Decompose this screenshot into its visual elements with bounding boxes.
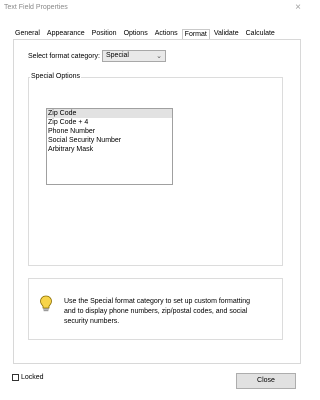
list-item-zip-code-plus-4[interactable]: Zip Code + 4 (47, 118, 172, 127)
close-button[interactable]: Close (236, 373, 296, 389)
tab-options[interactable]: Options (121, 28, 151, 39)
format-category-value: Special (106, 52, 129, 59)
lightbulb-icon (40, 295, 52, 312)
tab-appearance[interactable]: Appearance (44, 28, 88, 39)
close-icon[interactable]: × (292, 2, 304, 14)
tab-actions[interactable]: Actions (152, 28, 181, 39)
info-text: Use the Special format category to set u… (64, 297, 274, 327)
chevron-down-icon: ⌄ (156, 53, 162, 60)
format-category-label: Select format category: (28, 53, 100, 60)
info-line-3: security numbers. (64, 318, 120, 325)
tab-position[interactable]: Position (89, 28, 120, 39)
tab-calculate[interactable]: Calculate (243, 28, 278, 39)
locked-label: Locked (21, 374, 44, 381)
special-options-list[interactable]: Zip Code Zip Code + 4 Phone Number Socia… (46, 108, 173, 185)
title-bar: Text Field Properties × (0, 0, 309, 16)
special-options-legend: Special Options (30, 73, 82, 80)
window-title: Text Field Properties (4, 4, 68, 11)
info-line-1: Use the Special format category to set u… (64, 298, 250, 305)
list-item-arbitrary-mask[interactable]: Arbitrary Mask (47, 145, 172, 154)
tab-validate[interactable]: Validate (211, 28, 242, 39)
tab-general[interactable]: General (12, 28, 43, 39)
list-item-zip-code[interactable]: Zip Code (47, 109, 172, 118)
list-item-phone-number[interactable]: Phone Number (47, 127, 172, 136)
info-line-2: and to display phone numbers, zip/postal… (64, 308, 248, 315)
format-category-select[interactable]: Special ⌄ (102, 50, 166, 62)
list-item-social-security-number[interactable]: Social Security Number (47, 136, 172, 145)
locked-checkbox[interactable] (12, 374, 19, 381)
tab-bar: General Appearance Position Options Acti… (12, 28, 279, 40)
